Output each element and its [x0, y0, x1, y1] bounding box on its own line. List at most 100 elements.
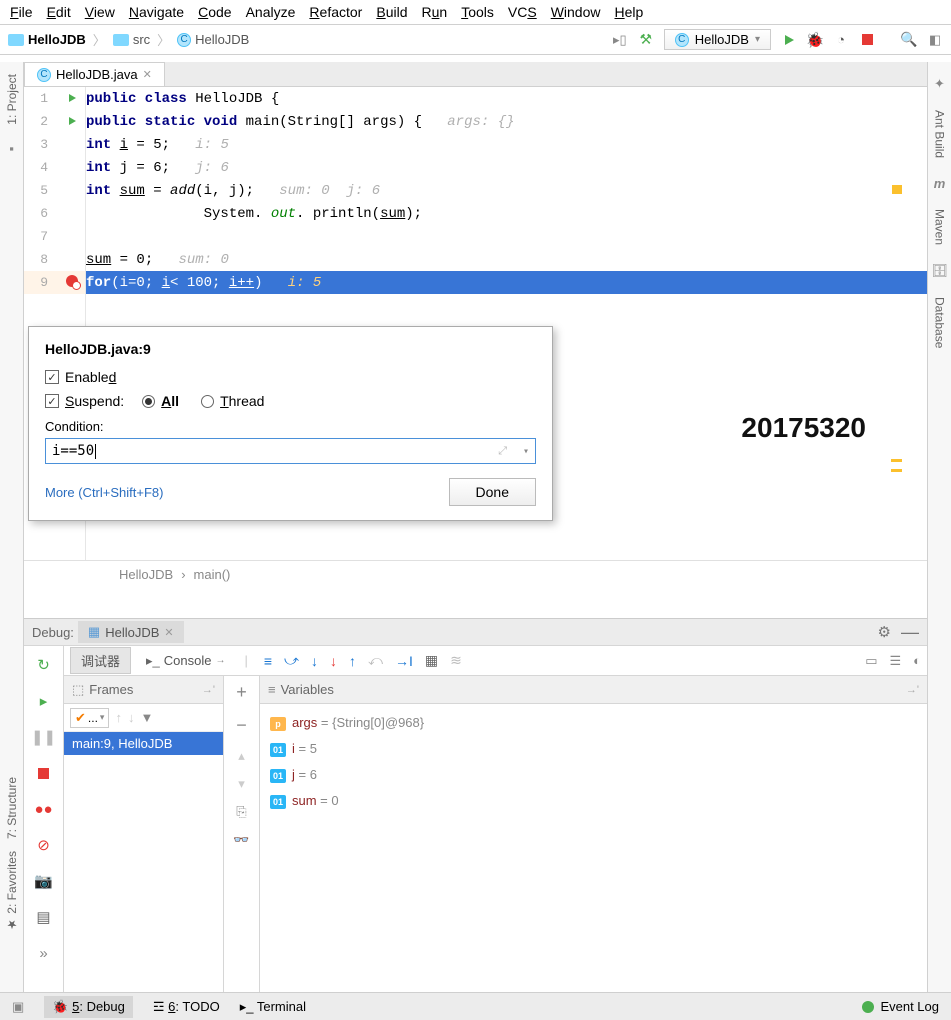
pin-icon[interactable]: →' [202, 684, 215, 696]
tool-ant[interactable]: Ant Build [933, 110, 947, 158]
debug-button[interactable]: 🐞 [807, 32, 823, 48]
status-debug[interactable]: 🐞 5: Debug [44, 996, 133, 1018]
status-todo[interactable]: ☲ 6: TODO [153, 999, 220, 1015]
remove-watch-icon[interactable]: − [236, 715, 247, 736]
editor-breadcrumb[interactable]: HelloJDB › main() [24, 560, 927, 588]
force-step-into-icon[interactable]: ↓ [330, 653, 337, 669]
marker-icon[interactable] [891, 459, 902, 462]
square-icon[interactable]: ▪ [9, 141, 14, 156]
stop-button[interactable] [859, 32, 875, 48]
panel-icon[interactable]: ◧ [927, 32, 943, 48]
marker-icon[interactable] [891, 469, 902, 472]
stop-icon[interactable] [33, 762, 55, 784]
tool-maven[interactable]: Maven [933, 209, 947, 245]
run-line-icon[interactable] [69, 94, 76, 102]
coverage-button[interactable]: ◔ [833, 32, 849, 48]
step-out-icon[interactable]: ↑ [349, 653, 356, 669]
search-icon[interactable]: 🔍 [901, 32, 917, 48]
show-exec-point-icon[interactable]: ≡ [264, 653, 272, 669]
windows-icon[interactable]: ▣ [12, 999, 24, 1015]
menu-view[interactable]: View [85, 4, 115, 20]
run-to-cursor-icon[interactable]: →I [395, 653, 413, 669]
filter-icon[interactable]: ▼ [140, 710, 153, 725]
next-frame-icon[interactable]: ↓ [128, 710, 135, 725]
meter-icon[interactable]: ◐ [913, 653, 921, 668]
menu-window[interactable]: Window [551, 4, 601, 20]
trace-icon[interactable]: ≋ [450, 652, 462, 669]
restore-icon[interactable]: ▭ [865, 653, 877, 669]
var-row[interactable]: 01sum = 0 [270, 788, 917, 814]
menu-file[interactable]: FFileile [10, 4, 33, 20]
camera-icon[interactable]: 📷 [33, 870, 55, 892]
close-icon[interactable]: ✕ [143, 68, 152, 81]
suspend-all-radio[interactable] [142, 395, 155, 408]
pin-icon[interactable]: →' [906, 684, 919, 696]
condition-input[interactable]: i==50 ⤢ ▾ [45, 438, 536, 464]
breadcrumb[interactable]: HelloJDB 〉 src 〉 C HelloJDB [8, 30, 249, 49]
menu-help[interactable]: Help [615, 4, 644, 20]
menu-code[interactable]: Code [198, 4, 231, 20]
var-row[interactable]: pargs = {String[0]@968} [270, 710, 917, 736]
up-icon[interactable]: ▴ [238, 748, 245, 764]
menu-analyze[interactable]: Analyze [246, 4, 296, 20]
dropdown-icon[interactable]: ▾ [523, 446, 529, 457]
expand-icon[interactable]: ⤢ [498, 444, 507, 458]
crumb-class[interactable]: HelloJDB [119, 567, 173, 582]
run-line-icon[interactable] [69, 117, 76, 125]
list-icon[interactable]: ☰ [889, 653, 901, 669]
variables-list[interactable]: pargs = {String[0]@968} 01i = 5 01j = 6 … [260, 704, 927, 820]
mute-breakpoints-icon[interactable]: ⊘ [33, 834, 55, 856]
glasses-icon[interactable]: 👓 [233, 832, 249, 848]
breakpoint-icon[interactable] [66, 275, 78, 287]
pause-icon[interactable]: ❚❚ [33, 726, 55, 748]
debug-session-tab[interactable]: ▦ HelloJDB ✕ [78, 621, 184, 643]
down-icon[interactable]: ▾ [238, 776, 245, 792]
crumb-method[interactable]: main() [194, 567, 231, 582]
debugger-tab[interactable]: 调试器 [70, 647, 131, 674]
var-row[interactable]: 01i = 5 [270, 736, 917, 762]
add-watch-icon[interactable]: + [236, 682, 247, 703]
build-icon[interactable]: ⚒ [638, 32, 654, 48]
run-config-selector[interactable]: C HelloJDB ▾ [664, 29, 771, 50]
prev-frame-icon[interactable]: ↑ [115, 710, 122, 725]
frame-row[interactable]: main:9, HelloJDB [64, 732, 223, 755]
evaluate-icon[interactable]: ▦ [425, 652, 438, 669]
view-breakpoints-icon[interactable]: ●● [33, 798, 55, 820]
console-tab[interactable]: ▸_Console→ [135, 649, 236, 673]
minimize-icon[interactable]: — [901, 622, 919, 643]
editor-tab[interactable]: C HelloJDB.java ✕ [24, 62, 165, 86]
tool-structure[interactable]: 7: Structure [5, 777, 19, 839]
menu-navigate[interactable]: Navigate [129, 4, 184, 20]
crumb-folder[interactable]: src [133, 32, 150, 47]
more-link[interactable]: More (Ctrl+Shift+F8) [45, 485, 163, 500]
thread-selector[interactable]: ✔...▾ [70, 708, 109, 728]
resume-icon[interactable]: ▸ [33, 690, 55, 712]
var-row[interactable]: 01j = 6 [270, 762, 917, 788]
menu-edit[interactable]: Edit [47, 4, 71, 20]
step-into-icon[interactable]: ↓ [311, 653, 318, 669]
menu-build[interactable]: Build [376, 4, 407, 20]
menu-refactor[interactable]: Refactor [309, 4, 362, 20]
run-button[interactable] [781, 32, 797, 48]
suspend-thread-radio[interactable] [201, 395, 214, 408]
status-terminal[interactable]: ▸_ Terminal [240, 999, 306, 1015]
tool-project[interactable]: 1: Project [5, 74, 19, 125]
done-button[interactable]: Done [449, 478, 536, 506]
tool-favorites[interactable]: ★ 2: Favorites [5, 851, 19, 932]
copy-icon[interactable]: ⎘ [236, 804, 246, 820]
close-icon[interactable]: ✕ [164, 626, 173, 639]
more-icon[interactable]: » [33, 942, 55, 964]
rerun-icon[interactable]: ↻ [33, 654, 55, 676]
run-target-icon[interactable]: ▸▯ [612, 32, 628, 48]
crumb-class[interactable]: HelloJDB [195, 32, 249, 47]
status-eventlog[interactable]: Event Log [880, 999, 939, 1014]
drop-frame-icon[interactable]: ⤺ [368, 652, 383, 669]
crumb-project[interactable]: HelloJDB [28, 32, 86, 47]
gear-icon[interactable]: ⚙ [878, 623, 891, 641]
menu-tools[interactable]: Tools [461, 4, 494, 20]
inspection-marker[interactable] [892, 185, 902, 194]
tool-database[interactable]: Database [933, 297, 947, 348]
suspend-checkbox[interactable]: ✓ [45, 394, 59, 408]
enabled-checkbox[interactable]: ✓ [45, 370, 59, 384]
step-over-icon[interactable]: ⤻ [284, 652, 299, 669]
